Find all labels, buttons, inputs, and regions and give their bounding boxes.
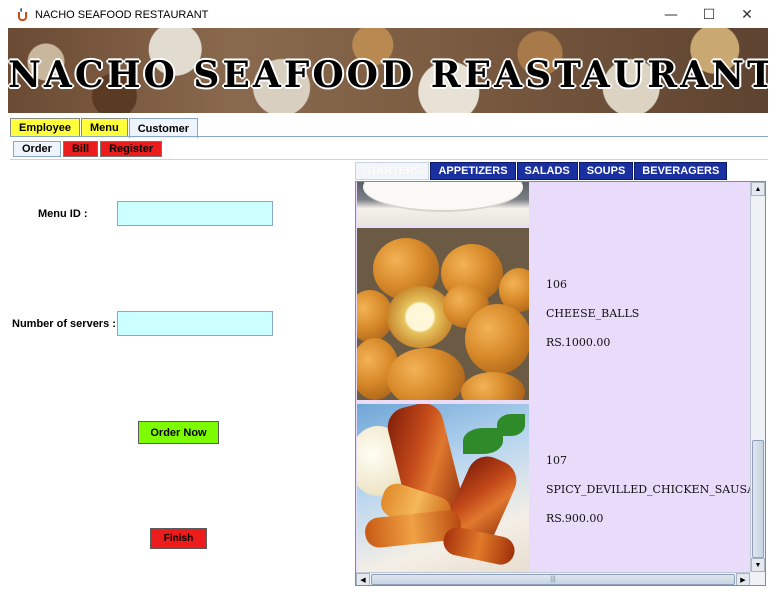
window-title: NACHO SEAFOOD RESTAURANT [35, 8, 209, 21]
scroll-corner [750, 572, 765, 585]
item-106-id: 106 [546, 278, 567, 291]
tab-register[interactable]: Register [100, 141, 163, 157]
scroll-down-icon[interactable]: ▼ [751, 558, 765, 572]
main-tab-bar: Employee Menu Customer [10, 118, 199, 138]
tab-soups[interactable]: SOUPS [578, 162, 634, 180]
sausages-image [357, 404, 529, 572]
item-106-name: CHEESE_BALLS [546, 307, 640, 320]
sub-tab-bar: Order Bill Register [13, 141, 164, 157]
vertical-scroll-thumb[interactable] [752, 440, 764, 558]
tab-customer[interactable]: Customer [128, 118, 199, 138]
food-category-tabs: STARTERS APPETIZERS SALADS SOUPS BEVERAG… [355, 162, 728, 180]
tab-divider [10, 136, 768, 137]
title-bar: NACHO SEAFOOD RESTAURANT — ☐ ✕ [0, 0, 776, 29]
tab-beverages[interactable]: BEVERAGERS [634, 162, 728, 180]
scroll-up-icon[interactable]: ▲ [751, 182, 765, 196]
item-107-price: RS.900.00 [546, 512, 604, 525]
tab-employee[interactable]: Employee [10, 118, 80, 137]
banner-title: NACHO SEAFOOD REASTAURANT [8, 54, 768, 96]
menu-scroll-pane[interactable]: 106 CHEESE_BALLS RS.1000.00 107 SPICY_DE… [355, 181, 766, 586]
item-107-name: SPICY_DEVILLED_CHICKEN_SAUSAGES [546, 483, 766, 496]
tab-bill[interactable]: Bill [62, 141, 99, 157]
finish-button[interactable]: Finish [150, 528, 207, 549]
horizontal-scrollbar[interactable]: ◀ ||| ▶ [356, 572, 750, 585]
minimize-button[interactable]: — [652, 0, 690, 29]
order-now-button[interactable]: Order Now [138, 421, 219, 444]
tab-appetizers[interactable]: APPETIZERS [430, 162, 516, 180]
menu-list: 106 CHEESE_BALLS RS.1000.00 107 SPICY_DE… [356, 182, 765, 572]
servers-input[interactable] [117, 311, 273, 336]
vertical-scrollbar[interactable]: ▲ ▼ [750, 182, 765, 572]
scroll-right-icon[interactable]: ▶ [736, 573, 750, 585]
tab-starters[interactable]: STARTERS [355, 162, 430, 180]
food-image-partial [357, 182, 529, 226]
servers-label: Number of servers : [12, 318, 116, 330]
horizontal-scroll-thumb[interactable]: ||| [371, 574, 735, 585]
item-107-id: 107 [546, 454, 567, 467]
scroll-left-icon[interactable]: ◀ [356, 573, 370, 585]
tab-salads[interactable]: SALADS [516, 162, 578, 180]
tab-menu[interactable]: Menu [80, 118, 128, 137]
cheese-balls-image [357, 228, 529, 400]
item-106-price: RS.1000.00 [546, 336, 611, 349]
java-cup-icon [16, 7, 30, 22]
maximize-button[interactable]: ☐ [690, 0, 728, 29]
menu-id-label: Menu ID : [38, 208, 88, 220]
menu-id-input[interactable] [117, 201, 273, 226]
close-button[interactable]: ✕ [728, 0, 766, 29]
restaurant-banner: NACHO SEAFOOD REASTAURANT [8, 28, 768, 113]
tab-order[interactable]: Order [13, 141, 61, 157]
